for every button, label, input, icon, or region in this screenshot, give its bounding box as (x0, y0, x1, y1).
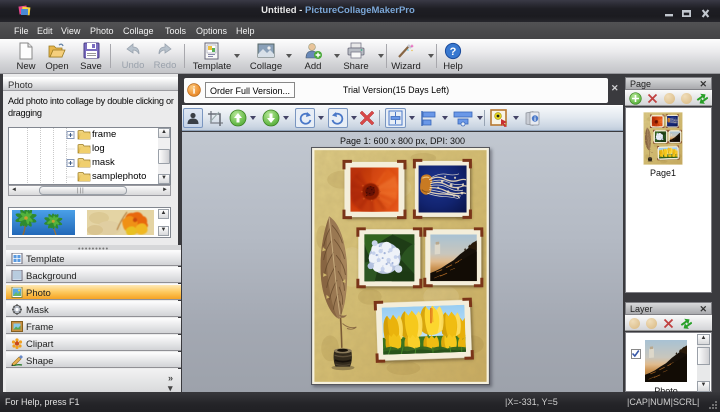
svg-text:?: ? (450, 46, 457, 58)
svg-text:i: i (534, 116, 536, 123)
